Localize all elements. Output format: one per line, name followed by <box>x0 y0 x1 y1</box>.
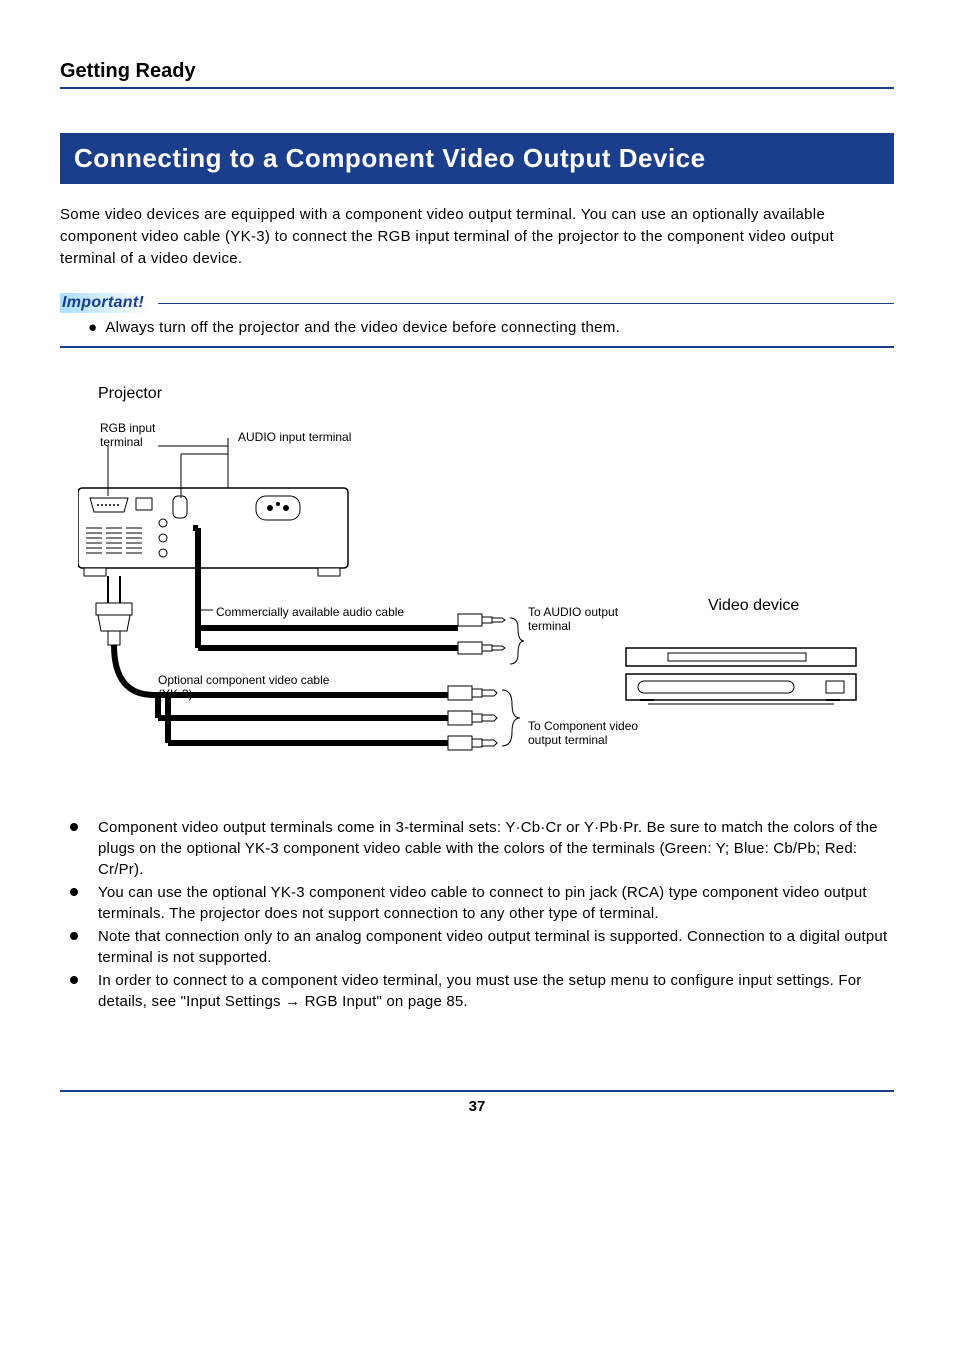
important-rule <box>158 303 894 304</box>
audio-input-label: AUDIO input terminal <box>238 430 351 444</box>
important-label: Important! <box>60 293 150 313</box>
connection-diagram: Projector RGB input terminal AUDIO input… <box>78 378 894 773</box>
important-bullet-row: ● Always turn off the projector and the … <box>88 319 894 336</box>
video-device-body <box>626 648 856 704</box>
bullet-icon <box>70 976 78 984</box>
to-audio-line2: terminal <box>528 619 571 633</box>
audio-cable-label: Commercially available audio cable <box>216 605 404 619</box>
important-block: Important! ● Always turn off the project… <box>60 293 894 348</box>
bullet-icon: ● <box>88 319 97 336</box>
component-plug-1 <box>448 686 497 700</box>
to-component-line2: output terminal <box>528 733 607 747</box>
important-bullet-text: Always turn off the projector and the vi… <box>105 319 620 336</box>
bullet-text: In order to connect to a component video… <box>98 970 894 1012</box>
bullet-text: Note that connection only to an analog c… <box>98 926 894 968</box>
component-plug-3 <box>448 736 497 750</box>
list-item: In order to connect to a component video… <box>60 970 894 1012</box>
bullet-icon <box>70 888 78 896</box>
page-number: 37 <box>60 1090 894 1115</box>
rgb-input-label-line1: RGB input <box>100 421 156 435</box>
audio-plug-2 <box>458 642 505 654</box>
bullet-icon <box>70 823 78 831</box>
section-header: Getting Ready <box>60 60 894 89</box>
component-cable-line2: (YK-3) <box>158 687 193 701</box>
list-item: You can use the optional YK-3 component … <box>60 882 894 924</box>
bullet-icon <box>70 932 78 940</box>
component-cable-line1: Optional component video cable <box>158 673 330 687</box>
component-plug-2 <box>448 711 497 725</box>
audio-plug-1 <box>458 614 505 626</box>
projector-back-panel <box>78 446 348 576</box>
intro-paragraph: Some video devices are equipped with a c… <box>60 204 894 269</box>
projector-title-text: Projector <box>98 385 163 402</box>
bullet-text: Component video output terminals come in… <box>98 817 894 880</box>
bullet-list: Component video output terminals come in… <box>60 817 894 1012</box>
list-item: Note that connection only to an analog c… <box>60 926 894 968</box>
bullet-text: You can use the optional YK-3 component … <box>98 882 894 924</box>
rgb-input-label-line2: terminal <box>100 435 143 449</box>
to-audio-line1: To AUDIO output <box>528 605 619 619</box>
to-component-line1: To Component video <box>528 719 638 733</box>
page-title: Connecting to a Component Video Output D… <box>60 133 894 184</box>
video-device-label: Video device <box>708 597 799 614</box>
list-item: Component video output terminals come in… <box>60 817 894 880</box>
vga-plug <box>96 603 132 645</box>
